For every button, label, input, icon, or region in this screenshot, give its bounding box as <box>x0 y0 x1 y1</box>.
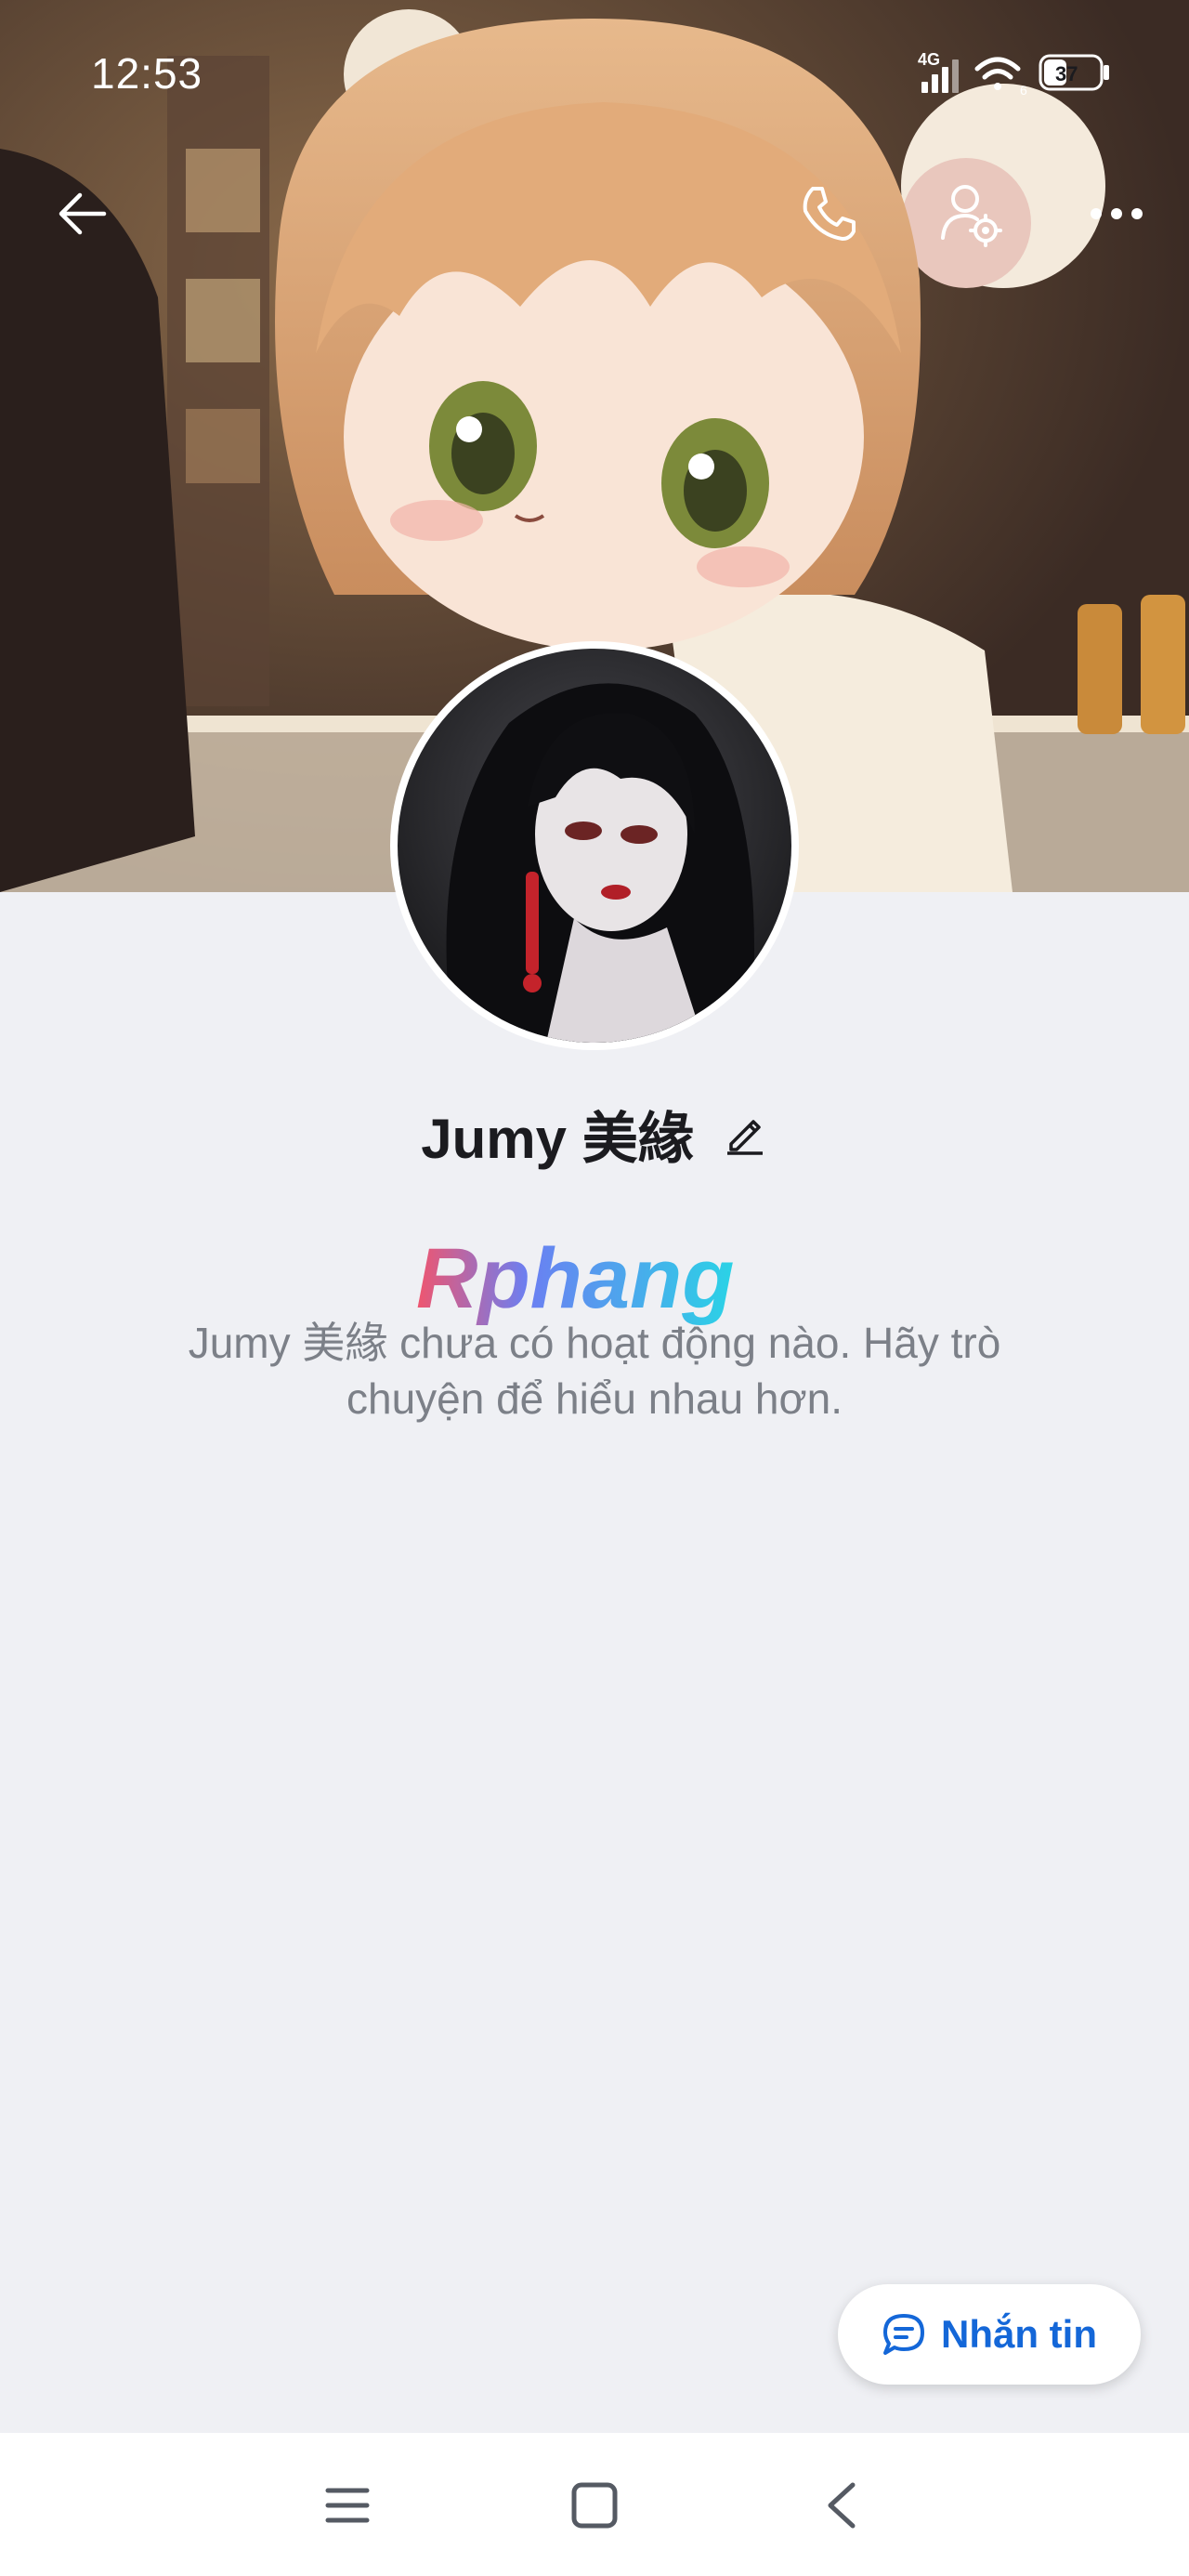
empty-activity-message: Jumy 美緣 chưa có hoạt động nào. Hãy trò c… <box>188 1319 1001 1423</box>
chevron-left-icon <box>828 2482 856 2529</box>
call-button[interactable] <box>791 177 866 251</box>
more-options-button[interactable] <box>1079 177 1154 251</box>
profile-screen: 12:53 4G 6 37 Jumy 美緣 Rphang Jumy 美緣 chư… <box>0 0 1189 2576</box>
recent-apps-button[interactable] <box>310 2468 385 2543</box>
menu-lines-icon <box>325 2488 370 2523</box>
status-icons: 4G 6 37 <box>918 50 1109 98</box>
wifi-icon <box>974 57 1021 90</box>
wifi-badge: 6 <box>1020 83 1027 98</box>
battery-level: 37 <box>1055 62 1078 85</box>
back-button[interactable] <box>46 177 121 251</box>
send-message-label: Nhắn tin <box>941 2312 1097 2356</box>
watermark-text: Rphang <box>416 1231 734 1326</box>
status-bar: 12:53 4G 6 37 <box>0 0 1189 149</box>
send-message-button[interactable]: Nhắn tin <box>838 2284 1141 2385</box>
home-button[interactable] <box>557 2468 632 2543</box>
edit-name-button[interactable] <box>722 1111 768 1157</box>
system-nav-bar <box>0 2433 1189 2576</box>
home-square-icon <box>571 2482 618 2529</box>
pencil-icon <box>726 1120 763 1155</box>
network-type-label: 4G <box>918 50 940 69</box>
profile-name-row: Jumy 美緣 <box>0 1097 1189 1171</box>
phone-icon <box>803 187 856 241</box>
chat-bubble-icon <box>883 2314 924 2355</box>
avatar[interactable] <box>390 641 799 1050</box>
profile-settings-button[interactable] <box>934 177 1008 251</box>
user-settings-icon <box>941 185 1002 247</box>
battery-icon: 37 <box>1039 54 1109 91</box>
profile-name: Jumy 美緣 <box>421 1107 694 1170</box>
system-back-button[interactable] <box>804 2468 879 2543</box>
avatar-image <box>398 649 791 1043</box>
arrow-left-icon <box>59 192 107 235</box>
clock: 12:53 <box>91 49 203 98</box>
more-horizontal-icon <box>1091 208 1143 219</box>
